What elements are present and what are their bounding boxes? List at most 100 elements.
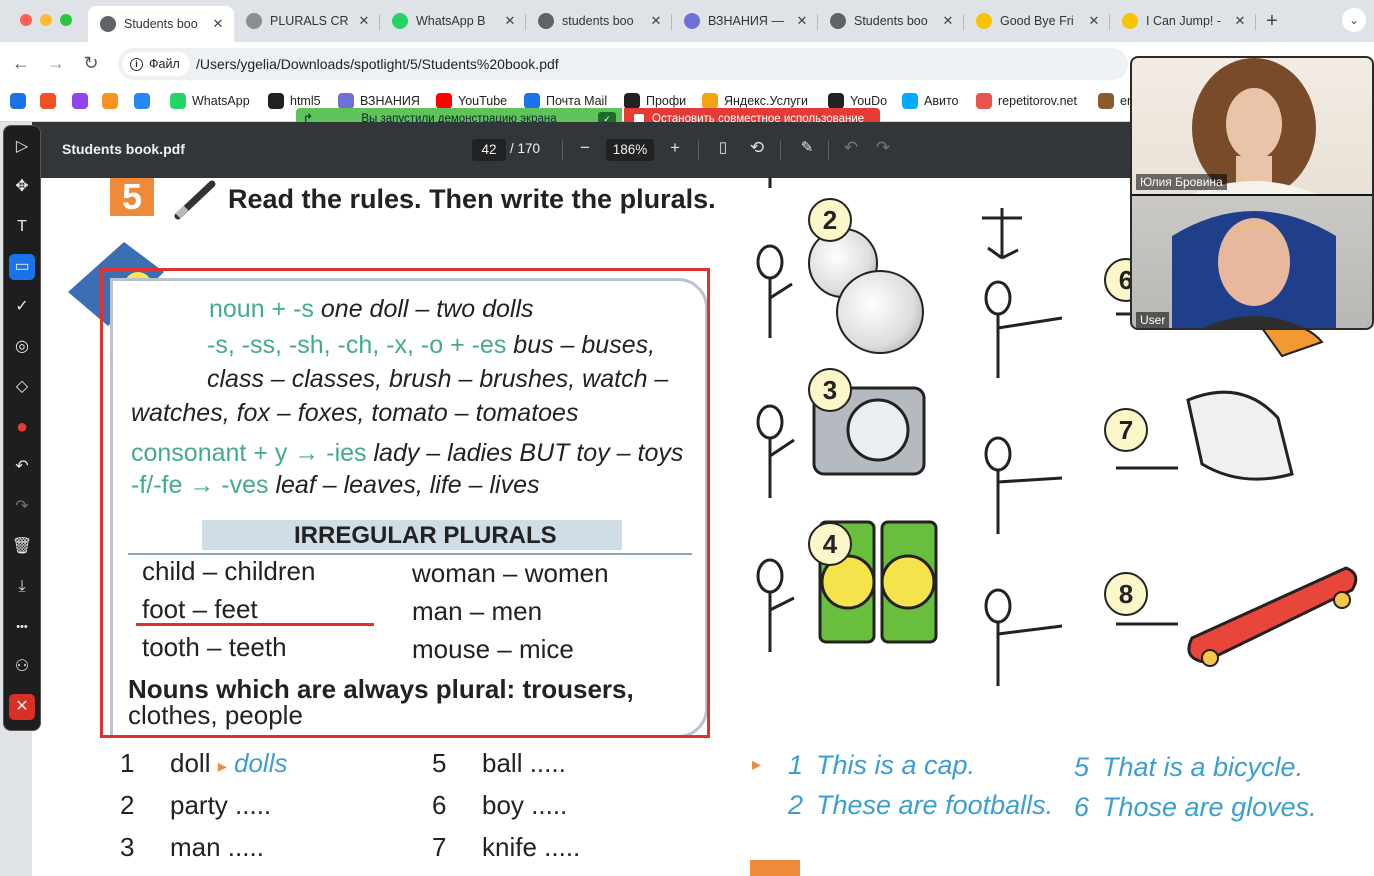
close-tab-icon[interactable]: ✕ (1086, 13, 1102, 29)
browser-tab[interactable]: ВЗНАНИЯ — ✕ (672, 6, 818, 36)
eraser-icon[interactable]: ◇ (9, 374, 35, 400)
participant-name: User (1136, 312, 1170, 328)
bookmark-label: YouDo (850, 94, 888, 108)
move-icon[interactable]: ✥ (9, 174, 35, 200)
rotate-icon[interactable]: ⟲ (746, 138, 768, 158)
close-tab-icon[interactable]: ✕ (502, 13, 518, 29)
close-window-button[interactable] (20, 14, 32, 26)
bookmark-item[interactable]: Авито (902, 93, 959, 109)
exercise-number-badge: 5 (110, 178, 154, 216)
text-icon[interactable]: T (9, 214, 35, 240)
exercise-item: knife ..... (482, 832, 581, 862)
redo-icon[interactable]: ↷ (9, 494, 35, 520)
reload-icon[interactable]: ↻ (80, 53, 102, 74)
bookmark-item[interactable]: WhatsApp (170, 93, 250, 109)
close-tab-icon[interactable]: ✕ (794, 13, 810, 29)
page-number-input[interactable]: 42 (472, 139, 506, 161)
bookmark-item[interactable]: YouDo (828, 93, 887, 109)
exercise-item: boy ..... (482, 790, 568, 820)
sentence-number: 6 (1074, 792, 1090, 822)
bookmark-item[interactable] (72, 93, 94, 109)
close-tab-icon[interactable]: ✕ (940, 13, 956, 29)
draw-icon[interactable]: ✎ (796, 138, 818, 156)
example-sentence: These are footballs. (816, 790, 1054, 820)
football-icon (836, 270, 924, 354)
delete-icon[interactable]: 🗑 (9, 534, 35, 560)
tab-title: ВЗНАНИЯ — (708, 14, 784, 28)
more-icon[interactable]: ••• (9, 614, 35, 640)
bookmark-item[interactable] (40, 93, 62, 109)
zoom-out-button[interactable]: − (574, 138, 596, 158)
bookmark-item[interactable] (134, 93, 156, 109)
forward-arrow-icon[interactable]: → (45, 53, 67, 74)
close-tab-icon[interactable]: ✕ (356, 13, 372, 29)
site-info-chip[interactable]: i Файл (122, 52, 190, 76)
bookmark-label: YouTube (458, 94, 508, 108)
page-total: / 170 (510, 141, 541, 156)
browser-tab[interactable]: students boo ✕ (526, 6, 672, 36)
tab-list: Students boo ✕ PLURALS CR ✕ WhatsApp B ✕ stude… (88, 6, 1256, 42)
browser-tab[interactable]: I Can Jump! - ✕ (1110, 6, 1256, 36)
undo-icon[interactable]: ↶ (9, 454, 35, 480)
participant-video[interactable]: User (1132, 196, 1372, 328)
example-sentence: This is a cap. (816, 750, 976, 780)
browser-tab[interactable]: Good Bye Fri ✕ (964, 6, 1110, 36)
close-tab-icon[interactable]: ✕ (210, 16, 226, 32)
ok-icon (102, 93, 118, 109)
rectangle-icon[interactable]: ▭ (9, 254, 35, 280)
annotation-underline[interactable] (136, 623, 374, 626)
browser-tab[interactable]: Students boo ✕ (818, 6, 964, 36)
check-icon[interactable]: ✓ (9, 294, 35, 320)
maximize-window-button[interactable] (60, 14, 72, 26)
address-bar[interactable]: i Файл /Users/ygelia/Downloads/spotlight… (118, 48, 1128, 80)
minimize-window-button[interactable] (40, 14, 52, 26)
photo-icon (1098, 93, 1114, 109)
url-text[interactable]: /Users/ygelia/Downloads/spotlight/5/Stud… (196, 56, 559, 72)
zoom-level-input[interactable]: 186% (606, 139, 654, 161)
bookmark-item[interactable] (102, 93, 124, 109)
browser-tab[interactable]: WhatsApp B ✕ (380, 6, 526, 36)
picture-number: 7 (1104, 408, 1148, 452)
back-arrow-icon[interactable]: ← (10, 53, 32, 74)
browser-tab[interactable]: Students boo ✕ (88, 6, 234, 42)
save-icon[interactable]: ⤓ (9, 574, 35, 600)
fit-page-icon[interactable]: ▯ (712, 138, 734, 156)
select-icon[interactable]: ▷ (9, 134, 35, 160)
browser-tab[interactable]: PLURALS CR ✕ (234, 6, 380, 36)
zoom-in-button[interactable]: + (664, 138, 686, 158)
toolbar-divider (828, 140, 829, 160)
bookmark-item[interactable]: Профи (624, 93, 686, 109)
close-icon[interactable]: ✕ (9, 694, 35, 720)
redo-icon[interactable]: ↷ (872, 138, 894, 158)
bookmark-item[interactable]: ВЗНАНИЯ (338, 93, 420, 109)
undo-icon[interactable]: ↶ (840, 138, 862, 158)
youtube-icon (436, 93, 452, 109)
annotation-toolbar: ▷ ✥ T ▭ ✓ ◎ ◇ ● ↶ ↷ 🗑 ⤓ ••• ⚇ ✕ (3, 125, 41, 731)
bookmark-item[interactable]: Яндекс.Услуги (702, 93, 808, 109)
envelope-icon (40, 93, 56, 109)
mail-icon (10, 93, 26, 109)
annotation-rectangle[interactable] (100, 268, 710, 738)
tab-search-button[interactable]: ⌄ (1342, 8, 1366, 32)
play-icon (976, 13, 992, 29)
new-tab-button[interactable]: + (1262, 10, 1282, 33)
close-tab-icon[interactable]: ✕ (648, 13, 664, 29)
bookmark-item[interactable]: YouTube (436, 93, 507, 109)
participant-icon[interactable]: ⚇ (9, 654, 35, 680)
bookmark-label: html5 (290, 94, 321, 108)
sparkle-icon (72, 93, 88, 109)
bookmark-item[interactable]: er (1098, 93, 1131, 109)
bookmark-item[interactable]: Почта Mail (524, 93, 607, 109)
participant-video[interactable]: Юлия Бровина (1132, 58, 1372, 194)
avito-icon (902, 93, 918, 109)
exercise-item: 6 (432, 790, 447, 820)
bookmark-item[interactable]: html5 (268, 93, 321, 109)
participant-name: Юлия Бровина (1136, 174, 1227, 190)
close-tab-icon[interactable]: ✕ (1232, 13, 1248, 29)
sentence-number: 1 (788, 750, 804, 780)
stamp-icon[interactable]: ◎ (9, 334, 35, 360)
color-icon[interactable]: ● (9, 414, 35, 440)
mail-icon (524, 93, 540, 109)
bookmark-item[interactable]: repetitorov.net (976, 93, 1077, 109)
bookmark-item[interactable] (10, 93, 32, 109)
